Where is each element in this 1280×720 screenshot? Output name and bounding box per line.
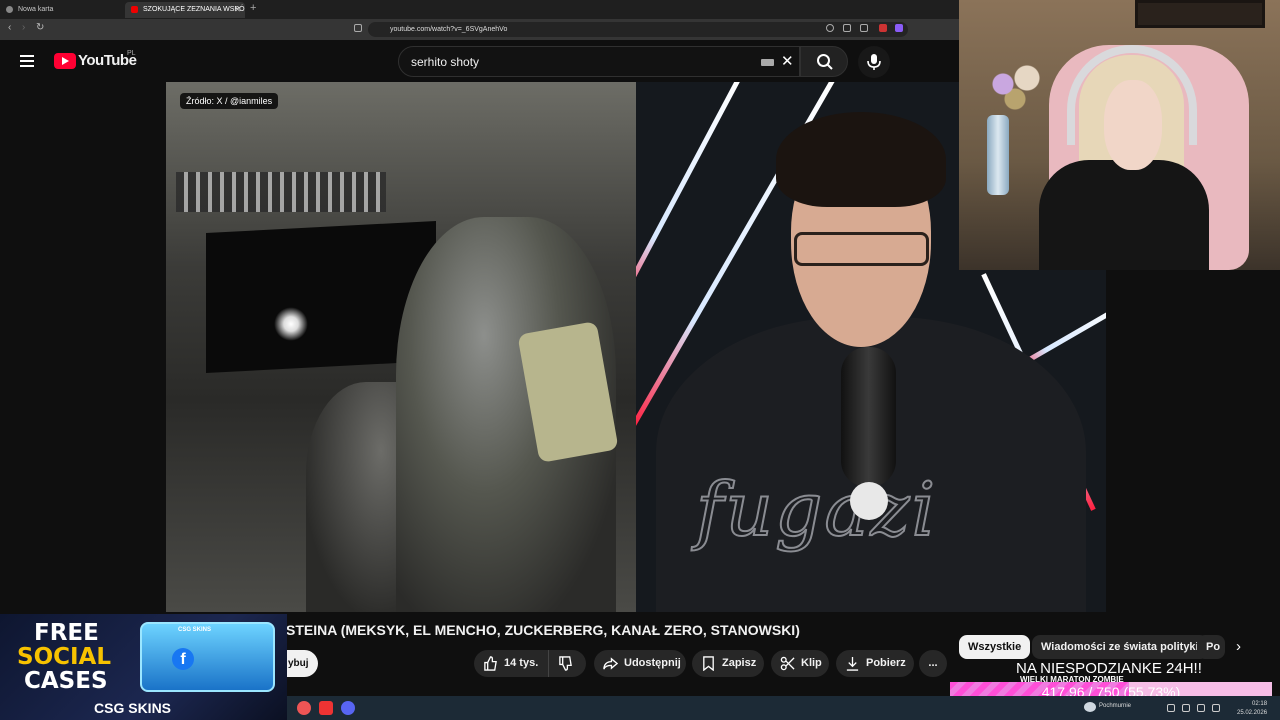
search-icon: [817, 54, 833, 70]
clip-label: Klip: [801, 657, 822, 669]
thumbs-down-icon: [559, 656, 572, 671]
clip-button[interactable]: Klip: [771, 650, 829, 677]
clear-search-icon[interactable]: ✕: [781, 52, 794, 70]
video-title: STEINA (MEKSYK, EL MENCHO, ZUCKERBERG, K…: [286, 622, 800, 638]
promo-box-label: CSG SKINS: [178, 627, 212, 633]
brave-taskbar-icon[interactable]: [319, 701, 333, 715]
os-taskbar: Pochmurnie 02:18 25.02.2026: [287, 696, 1280, 720]
bookmark-icon[interactable]: [354, 24, 362, 32]
promo-brand: CSG SKINS: [94, 700, 172, 716]
youtube-logo-icon[interactable]: [54, 53, 76, 69]
back-icon[interactable]: ‹: [8, 22, 11, 33]
studio-microphone: [841, 347, 896, 487]
water-bottle: [987, 115, 1009, 195]
promo-line-cases: CASES: [24, 668, 108, 694]
more-actions-button[interactable]: ...: [919, 650, 947, 677]
thumbs-up-icon: [484, 656, 497, 671]
subscribe-button[interactable]: ybuj: [282, 650, 318, 677]
clock-time: 02:18: [1252, 701, 1268, 707]
like-count: 14 tys.: [504, 657, 539, 669]
globe-icon: [6, 6, 13, 13]
weather-text: Pochmurnie: [1099, 703, 1132, 709]
share-page-icon[interactable]: [860, 24, 868, 32]
browser-toolbar: ‹ › ↻ youtube.com/watch?v=_6SVgAnehVo: [0, 19, 960, 40]
save-label: Zapisz: [722, 657, 757, 669]
country-code: PL: [127, 50, 136, 57]
reload-icon[interactable]: ↻: [36, 22, 44, 33]
extension-icon[interactable]: [879, 24, 887, 32]
discord-taskbar-icon[interactable]: [341, 701, 355, 715]
download-label: Pobierz: [866, 657, 906, 669]
neon-light-1: [636, 82, 742, 308]
scissors-icon: [780, 656, 795, 671]
taskbar-clock[interactable]: 02:18 25.02.2026: [1237, 700, 1267, 718]
keyboard-icon[interactable]: [761, 59, 774, 66]
new-tab-button[interactable]: +: [250, 2, 256, 14]
browser-tab-youtube[interactable]: SZOKUJĄCE ZEZNANIA WSPÓ ✕: [125, 2, 245, 18]
tray-chevron-icon[interactable]: [1167, 704, 1175, 712]
chip-partial[interactable]: Po: [1197, 635, 1225, 659]
clock-date: 25.02.2026: [1237, 710, 1268, 716]
dislike-button[interactable]: [548, 650, 586, 677]
url-text: youtube.com/watch?v=_6SVgAnehVo: [390, 26, 508, 33]
share-icon: [603, 657, 618, 670]
facebook-icon: f: [172, 648, 194, 670]
share-label: Udostępnij: [624, 657, 681, 669]
search-query: serhito shoty: [411, 55, 480, 69]
tray-network-icon[interactable]: [1182, 704, 1190, 712]
microphone-icon: [867, 54, 881, 70]
chevron-right-icon[interactable]: ›: [1236, 638, 1241, 655]
chip-all[interactable]: Wszystkie: [959, 635, 1031, 659]
profile-icon[interactable]: [895, 24, 903, 32]
download-button[interactable]: Pobierz: [836, 650, 914, 677]
streamer-webcam: [959, 0, 1280, 270]
search-input[interactable]: serhito shoty ✕: [398, 46, 800, 77]
tray-volume-icon[interactable]: [1212, 704, 1220, 712]
forward-icon[interactable]: ›: [22, 22, 25, 33]
bookmark-save-icon: [703, 656, 714, 671]
cloud-weather-icon: [1084, 702, 1096, 712]
save-button[interactable]: Zapisz: [692, 650, 764, 677]
chip-politics[interactable]: Wiadomości ze świata polityki: [1032, 635, 1208, 659]
browser-tab-bar: Nowa karta SZOKUJĄCE ZEZNANIA WSPÓ ✕ +: [0, 0, 960, 19]
promo-line-social: SOCIAL: [17, 644, 112, 670]
streamer-shirt: [1039, 160, 1209, 270]
hoodie-print: fugazi: [695, 466, 938, 554]
video-left-scene: Źródło: X / @ianmiles: [166, 82, 636, 612]
youtube-header: YouTube PL serhito shoty ✕: [0, 40, 960, 82]
browser-tab-new[interactable]: Nowa karta: [0, 2, 120, 18]
like-button[interactable]: 14 tys.: [474, 650, 548, 677]
tray-battery-icon[interactable]: [1197, 704, 1205, 712]
close-tab-icon[interactable]: ✕: [234, 2, 241, 18]
promo-line-free: FREE: [34, 620, 99, 646]
zoom-icon[interactable]: [826, 24, 834, 32]
source-badge: Źródło: X / @ianmiles: [180, 93, 279, 109]
promo-overlay: CSG SKINS f FREE SOCIAL CASES CSG SKINS: [0, 614, 287, 720]
hamburger-menu-icon[interactable]: [20, 55, 34, 67]
chrome-taskbar-icon[interactable]: [297, 701, 311, 715]
search-button[interactable]: [800, 46, 848, 77]
tab-title: SZOKUJĄCE ZEZNANIA WSPÓ: [143, 6, 245, 13]
share-button[interactable]: Udostępnij: [594, 650, 686, 677]
flowers: [979, 60, 1059, 120]
download-icon: [846, 656, 859, 671]
presenter-glasses: [794, 232, 929, 266]
presenter-hair: [776, 112, 946, 207]
youtube-favicon-icon: [131, 6, 138, 13]
ceiling-vent: [176, 172, 386, 212]
wall-picture: [1135, 0, 1265, 28]
screen-icon[interactable]: [843, 24, 851, 32]
scene-light: [274, 307, 308, 341]
tab-title: Nowa karta: [18, 6, 54, 13]
voice-search-button[interactable]: [858, 46, 890, 78]
promo-case-box: CSG SKINS: [140, 622, 275, 692]
microphone-logo: [850, 482, 888, 520]
